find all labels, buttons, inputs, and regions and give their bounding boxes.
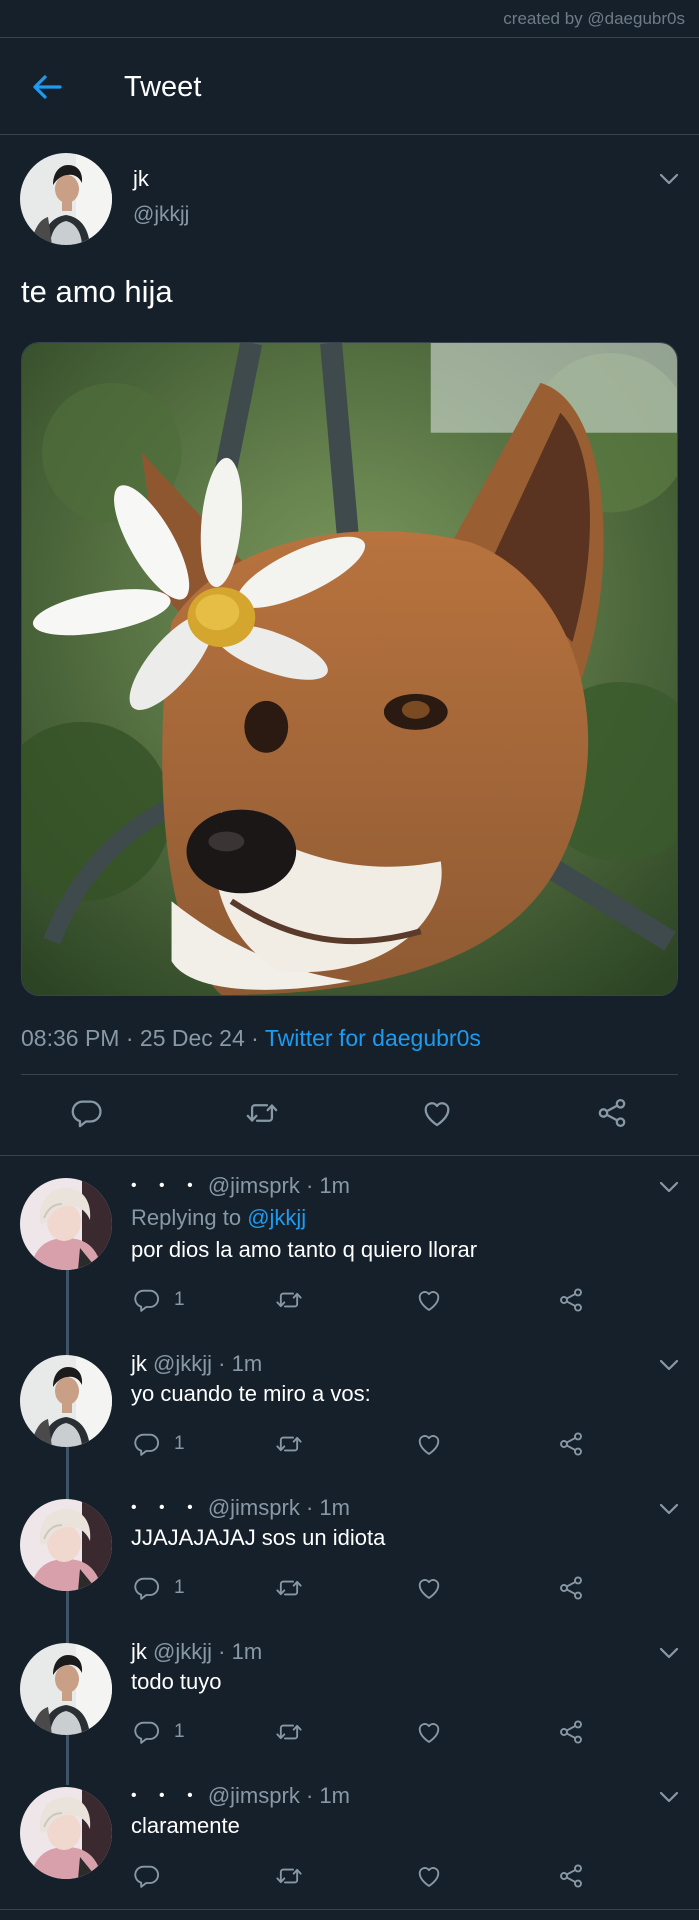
reply-handle[interactable]: @jimsprk <box>208 1783 300 1808</box>
meta-separator: · <box>305 1783 314 1808</box>
page-title: Tweet <box>124 71 202 103</box>
tweet-source-link[interactable]: Twitter for daegubr0s <box>265 1025 481 1051</box>
reply-age: 1m <box>319 1173 350 1198</box>
tweet-time: 08:36 PM <box>21 1025 120 1051</box>
heart-icon[interactable] <box>415 1718 443 1746</box>
reply-age: 1m <box>231 1351 263 1376</box>
reply-icon[interactable] <box>133 1718 161 1746</box>
reply-age: 1m <box>231 1639 263 1664</box>
reply-header: • • • @jimsprk · 1m <box>131 1173 350 1199</box>
tweet-text: te amo hija <box>21 274 173 309</box>
reply-text: por dios la amo tanto q quiero llorar <box>131 1237 478 1262</box>
reply-name[interactable]: jk <box>131 1351 147 1376</box>
retweet-icon[interactable] <box>245 1096 279 1130</box>
meta-separator: · <box>218 1351 226 1376</box>
heart-icon[interactable] <box>415 1574 443 1602</box>
reply-header: jk @jkkjj · 1m <box>131 1639 262 1665</box>
reply-avatar[interactable] <box>20 1355 112 1447</box>
chevron-down-icon[interactable] <box>658 172 680 186</box>
reply-avatar[interactable] <box>20 1178 112 1270</box>
meta-separator: · <box>218 1639 226 1664</box>
reply-header: • • • @jimsprk · 1m <box>131 1495 350 1521</box>
replying-to: Replying to @jkkjj <box>131 1205 306 1231</box>
meta-separator: · <box>251 1025 259 1051</box>
author-handle[interactable]: @jkkjj <box>133 203 189 227</box>
reply-icon[interactable] <box>133 1862 161 1890</box>
replying-to-mention[interactable]: @jkkjj <box>247 1205 306 1230</box>
share-icon[interactable] <box>557 1718 585 1746</box>
reply-text: claramente <box>131 1813 240 1838</box>
reply-count: 1 <box>174 1577 185 1598</box>
reply-text: JJAJAJAJAJ sos un idiota <box>131 1525 386 1550</box>
divider <box>21 1074 678 1075</box>
reply-age: 1m <box>319 1495 350 1520</box>
reply-icon[interactable] <box>70 1096 104 1130</box>
tweet-meta: 08:36 PM · 25 Dec 24 · Twitter for daegu… <box>21 1025 481 1052</box>
reply-text: yo cuando te miro a vos: <box>131 1381 371 1406</box>
reply-count: 1 <box>174 1721 185 1742</box>
share-icon[interactable] <box>557 1430 585 1458</box>
author-name[interactable]: jk <box>133 166 149 192</box>
share-icon[interactable] <box>595 1096 629 1130</box>
reply-avatar[interactable] <box>20 1787 112 1879</box>
chevron-down-icon[interactable] <box>658 1502 680 1516</box>
divider <box>0 1909 699 1910</box>
heart-icon[interactable] <box>415 1430 443 1458</box>
chevron-down-icon[interactable] <box>658 1646 680 1660</box>
top-bar: Tweet <box>0 38 699 135</box>
chevron-down-icon[interactable] <box>658 1790 680 1804</box>
share-icon[interactable] <box>557 1862 585 1890</box>
reply-avatar[interactable] <box>20 1499 112 1591</box>
chevron-down-icon[interactable] <box>658 1180 680 1194</box>
tweet-date: 25 Dec 24 <box>139 1025 245 1051</box>
reply-header: • • • @jimsprk · 1m <box>131 1783 350 1809</box>
author-avatar[interactable] <box>20 153 112 245</box>
reply-header: jk @jkkjj · 1m <box>131 1351 262 1377</box>
replying-to-label: Replying to <box>131 1205 242 1230</box>
heart-icon[interactable] <box>415 1286 443 1314</box>
reply-text: todo tuyo <box>131 1669 222 1694</box>
reply-handle[interactable]: @jkkjj <box>153 1351 212 1376</box>
reply-icon[interactable] <box>133 1286 161 1314</box>
meta-separator: · <box>305 1495 314 1520</box>
reply-name[interactable]: • • • <box>131 1499 202 1516</box>
reply-name[interactable]: • • • <box>131 1177 202 1194</box>
reply-age: 1m <box>319 1783 350 1808</box>
share-icon[interactable] <box>557 1574 585 1602</box>
divider <box>0 1155 699 1156</box>
reply-handle[interactable]: @jimsprk <box>208 1495 300 1520</box>
chevron-down-icon[interactable] <box>658 1358 680 1372</box>
retweet-icon[interactable] <box>275 1430 303 1458</box>
watermark-bar: created by @daegubr0s <box>0 0 699 38</box>
reply-avatar[interactable] <box>20 1643 112 1735</box>
back-arrow-icon[interactable] <box>30 70 64 104</box>
reply-icon[interactable] <box>133 1430 161 1458</box>
share-icon[interactable] <box>557 1286 585 1314</box>
reply-name[interactable]: • • • <box>131 1787 202 1804</box>
heart-icon[interactable] <box>420 1096 454 1130</box>
tweet-photo[interactable] <box>21 342 678 996</box>
watermark-text: created by @daegubr0s <box>503 9 685 28</box>
meta-separator: · <box>305 1173 314 1198</box>
retweet-icon[interactable] <box>275 1286 303 1314</box>
reply-handle[interactable]: @jimsprk <box>208 1173 300 1198</box>
reply-count: 1 <box>174 1289 185 1310</box>
retweet-icon[interactable] <box>275 1718 303 1746</box>
reply-name[interactable]: jk <box>131 1639 147 1664</box>
meta-separator: · <box>125 1025 134 1051</box>
reply-count: 1 <box>174 1433 185 1454</box>
reply-handle[interactable]: @jkkjj <box>153 1639 212 1664</box>
retweet-icon[interactable] <box>275 1862 303 1890</box>
heart-icon[interactable] <box>415 1862 443 1890</box>
retweet-icon[interactable] <box>275 1574 303 1602</box>
reply-icon[interactable] <box>133 1574 161 1602</box>
